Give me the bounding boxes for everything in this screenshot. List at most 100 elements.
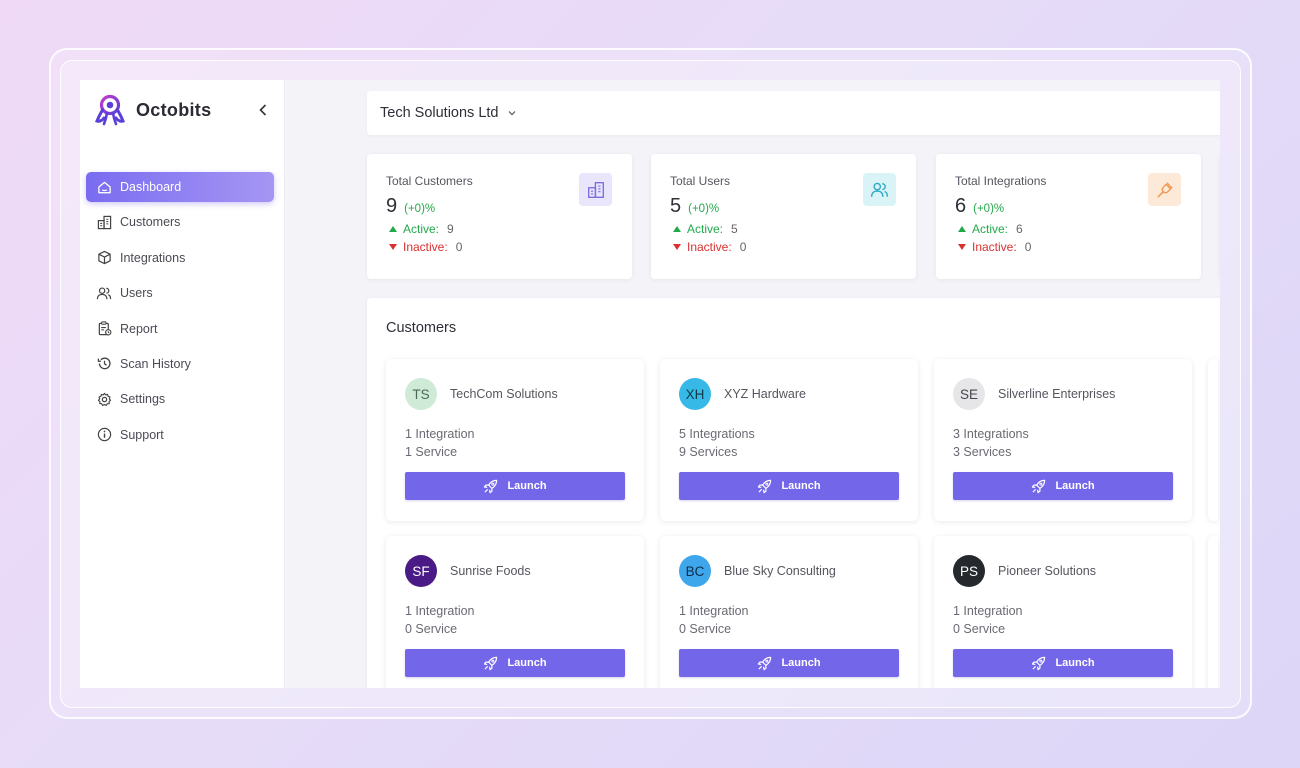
stat-value: 9	[386, 195, 398, 217]
stat-card-integrations: Total Integrations 6 (+0)% Active: 6 Ina…	[936, 154, 1201, 279]
customer-card-sunrise[interactable]: SF Sunrise Foods 1 Integration 0 Service…	[386, 536, 644, 688]
octobits-logo-icon	[95, 94, 125, 126]
launch-label: Launch	[507, 480, 547, 492]
inactive-label: Inactive:	[972, 239, 1017, 254]
sidebar-item-users[interactable]: Users	[86, 278, 274, 308]
customer-card-bluesky[interactable]: BC Blue Sky Consulting 1 Integration 0 S…	[660, 536, 918, 688]
brand[interactable]: Octobits	[95, 94, 211, 126]
rocket-icon	[1032, 479, 1046, 493]
home-icon	[96, 179, 112, 195]
avatar: XH	[679, 378, 711, 410]
customer-card-pioneer[interactable]: PS Pioneer Solutions 1 Integration 0 Ser…	[934, 536, 1192, 688]
rocket-icon	[1032, 656, 1046, 670]
sidebar-item-settings[interactable]: Settings	[86, 384, 274, 414]
rocket-icon	[484, 479, 498, 493]
sidebar-item-scan-history[interactable]: Scan History	[86, 349, 274, 379]
sidebar-item-dashboard[interactable]: Dashboard	[86, 172, 274, 202]
service-count: 3 Services	[953, 445, 1012, 459]
stat-active-line: Active: 5	[670, 221, 916, 236]
sidebar-item-report[interactable]: Report	[86, 314, 274, 344]
users-icon	[96, 285, 112, 301]
arrow-up-icon	[958, 225, 966, 232]
arrow-down-icon	[673, 243, 681, 250]
card-peek	[1208, 536, 1218, 688]
integration-count: 1 Integration	[405, 427, 475, 441]
sidebar: Octobits Dashboard Customers Integration…	[80, 80, 285, 688]
collapse-sidebar-button[interactable]	[256, 102, 270, 118]
stat-value: 6	[955, 195, 967, 217]
launch-label: Launch	[507, 657, 547, 669]
customer-name: Blue Sky Consulting	[724, 564, 836, 578]
service-count: 1 Service	[405, 445, 458, 459]
service-count: 0 Service	[679, 622, 732, 636]
arrow-down-icon	[958, 243, 966, 250]
launch-button[interactable]: Launch	[679, 472, 899, 500]
brand-name: Octobits	[136, 99, 212, 120]
inactive-label: Inactive:	[403, 239, 448, 254]
active-count: 5	[731, 221, 738, 236]
avatar: PS	[953, 555, 985, 587]
service-count: 0 Service	[405, 622, 458, 636]
plug-icon	[1148, 173, 1181, 206]
cube-icon	[96, 250, 112, 266]
sidebar-item-label: Integrations	[120, 250, 186, 265]
sidebar-item-support[interactable]: Support	[86, 420, 274, 450]
sidebar-item-integrations[interactable]: Integrations	[86, 243, 274, 273]
launch-button[interactable]: Launch	[405, 649, 625, 677]
customer-name: Pioneer Solutions	[998, 564, 1096, 578]
active-count: 6	[1016, 221, 1023, 236]
stat-active-line: Active: 6	[955, 221, 1201, 236]
sidebar-item-customers[interactable]: Customers	[86, 207, 274, 237]
avatar: SE	[953, 378, 985, 410]
report-icon	[96, 321, 112, 337]
launch-button[interactable]: Launch	[679, 649, 899, 677]
launch-button[interactable]: Launch	[953, 472, 1173, 500]
inactive-count: 0	[1024, 239, 1032, 254]
history-icon	[96, 356, 112, 372]
info-icon	[96, 427, 112, 443]
customer-meta: 1 Integration 0 Service	[405, 602, 475, 638]
launch-label: Launch	[781, 480, 821, 492]
chevron-left-icon	[259, 104, 267, 116]
stat-inactive-line: Inactive: 0	[670, 239, 916, 254]
stat-card-users: Total Users 5 (+0)% Active: 5 Inactive: …	[651, 154, 916, 279]
launch-button[interactable]: Launch	[953, 649, 1173, 677]
avatar: SF	[405, 555, 437, 587]
stat-value: 5	[670, 195, 682, 217]
integration-count: 1 Integration	[679, 604, 749, 618]
building-icon	[96, 214, 112, 230]
customer-meta: 1 Integration 0 Service	[679, 602, 749, 638]
customer-card-silverline[interactable]: SE Silverline Enterprises 3 Integrations…	[934, 359, 1192, 521]
launch-button[interactable]: Launch	[405, 472, 625, 500]
sidebar-item-label: Dashboard	[120, 180, 182, 194]
active-label: Active:	[687, 221, 724, 236]
stat-inactive-line: Inactive: 0	[386, 239, 632, 254]
avatar: BC	[679, 555, 711, 587]
customer-name: TechCom Solutions	[450, 387, 558, 401]
sidebar-item-label: Settings	[120, 392, 166, 407]
integration-count: 1 Integration	[953, 604, 1023, 618]
active-label: Active:	[403, 221, 440, 236]
active-label: Active:	[972, 221, 1009, 236]
integration-count: 3 Integrations	[953, 427, 1029, 441]
customer-name: Sunrise Foods	[450, 564, 531, 578]
customer-card-xyz[interactable]: XH XYZ Hardware 5 Integrations 9 Service…	[660, 359, 918, 521]
service-count: 9 Services	[679, 445, 738, 459]
gear-icon	[96, 391, 112, 407]
organization-name: Tech Solutions Ltd	[380, 105, 499, 121]
inactive-count: 0	[455, 239, 463, 254]
customer-name: Silverline Enterprises	[998, 387, 1116, 401]
launch-label: Launch	[1055, 657, 1095, 669]
main-content: Tech Solutions Ltd Total Customers 9 (+0…	[285, 80, 1220, 688]
arrow-down-icon	[389, 243, 397, 250]
customer-card-techcom[interactable]: TS TechCom Solutions 1 Integration 1 Ser…	[386, 359, 644, 521]
sidebar-item-label: Users	[120, 286, 153, 301]
integration-count: 1 Integration	[405, 604, 475, 618]
customer-meta: 1 Integration 1 Service	[405, 425, 475, 461]
customer-meta: 5 Integrations 9 Services	[679, 425, 755, 461]
launch-label: Launch	[781, 657, 821, 669]
stat-change: (+0)%	[404, 203, 436, 215]
inactive-label: Inactive:	[687, 239, 732, 254]
organization-selector[interactable]: Tech Solutions Ltd	[367, 91, 1220, 135]
chevron-down-icon	[508, 110, 516, 116]
